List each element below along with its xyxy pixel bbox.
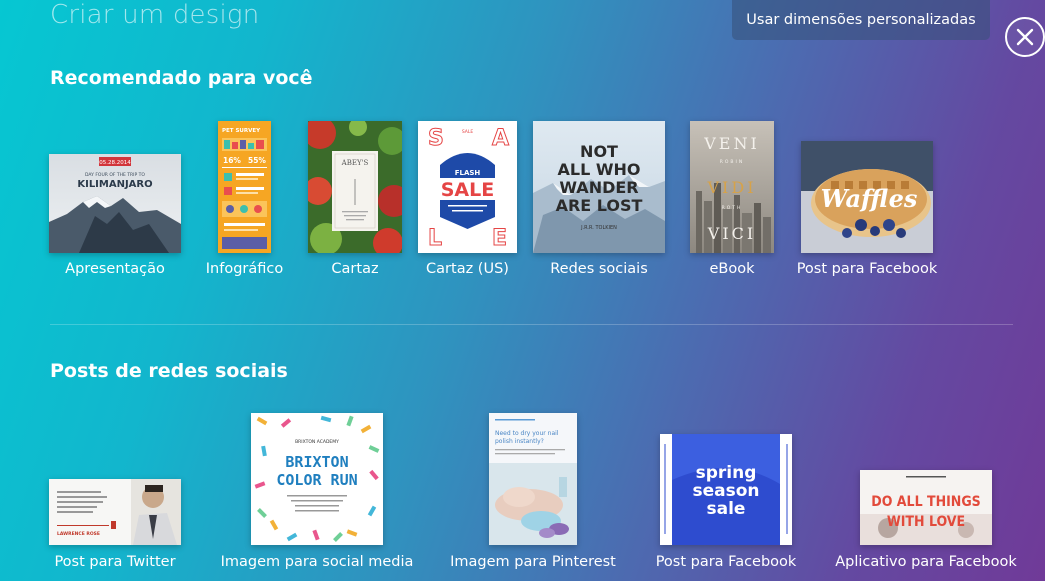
facebook-post-social-thumbnail: spring season sale — [660, 434, 792, 545]
poster-us-small-label: SALE — [462, 129, 474, 135]
social-image-academy: BRIXTON ACADEMY — [295, 439, 339, 445]
social-quote-line2: ALL WHO — [558, 160, 641, 179]
design-item-label: Cartaz (US) — [426, 261, 509, 277]
twitter-post-thumbnail: LAWRENCE ROSE — [49, 479, 181, 545]
close-icon — [1016, 28, 1034, 46]
pinterest-image-thumbnail: Need to dry your nail polish instantly? — [489, 413, 577, 545]
design-item-label: Imagem para social media — [220, 554, 414, 570]
social-quote-line3: WANDER — [559, 178, 638, 197]
pinterest-heading2: polish instantly? — [495, 438, 544, 445]
facebook-app-line2: WITH LOVE — [887, 514, 965, 530]
design-item-label: Post para Twitter — [54, 554, 176, 570]
ebook-author-first: ROBIN — [720, 159, 744, 165]
design-item-label: Aplicativo para Facebook — [835, 554, 1017, 570]
infographic-title: PET SURVEY — [222, 128, 261, 134]
design-item-label: Redes sociais — [550, 261, 648, 277]
custom-dimensions-button[interactable]: Usar dimensões personalizadas — [732, 0, 990, 40]
svg-text:L: L — [428, 226, 442, 251]
design-item-label: Cartaz — [331, 261, 379, 277]
ebook-line3: VICI — [707, 224, 756, 243]
design-item-label: eBook — [709, 261, 755, 277]
presentation-thumbnail: 05.28.2014 DAY FOUR OF THE TRIP TO KILIM… — [49, 154, 181, 253]
close-button[interactable] — [1005, 17, 1045, 57]
social-media-image-thumbnail: BRIXTON ACADEMY BRIXTON COLOR RUN — [251, 413, 383, 545]
presentation-heading: KILIMANJARO — [77, 179, 152, 190]
design-item-label: Apresentação — [65, 261, 165, 277]
social-media-thumbnail: NOT ALL WHO WANDER ARE LOST J.R.R. TOLKI… — [533, 121, 665, 253]
ebook-line2: VIDI — [706, 178, 756, 197]
design-item-label: Post para Facebook — [796, 261, 938, 277]
section-title-recommended: Recomendado para você — [50, 67, 313, 89]
section-title-social: Posts de redes sociais — [50, 360, 288, 382]
twitter-post-name: LAWRENCE ROSE — [57, 531, 100, 537]
design-item-label: Post para Facebook — [655, 554, 797, 570]
poster-us-flash: FLASH — [455, 169, 481, 177]
presentation-subtitle: DAY FOUR OF THE TRIP TO — [85, 172, 145, 178]
section-divider — [50, 324, 1013, 325]
pinterest-heading1: Need to dry your nail — [495, 430, 559, 437]
facebook-social-line1: spring — [696, 463, 757, 483]
social-quote-line1: NOT — [580, 142, 618, 161]
social-image-heading1: BRIXTON — [285, 453, 348, 471]
poster-us-thumbnail: S A L E SALE FLASH SALE — [418, 121, 517, 253]
poster-heading: ABEY'S — [341, 159, 369, 167]
presentation-date: 05.28.2014 — [99, 160, 131, 166]
poster-us-sale: SALE — [441, 179, 494, 201]
ebook-thumbnail: VENI ROBIN VIDI ROTH VICI — [690, 121, 774, 253]
social-quote-author: J.R.R. TOLKIEN — [580, 225, 617, 231]
svg-text:E: E — [492, 226, 507, 251]
svg-text:A: A — [492, 126, 509, 151]
ebook-line1: VENI — [703, 134, 760, 153]
social-image-heading2: COLOR RUN — [276, 471, 357, 489]
facebook-app-thumbnail: DO ALL THINGS WITH LOVE — [860, 470, 992, 545]
page-title: Criar um design — [50, 0, 260, 30]
design-item-label: Infográfico — [205, 261, 284, 277]
facebook-social-line3: sale — [707, 499, 746, 519]
ebook-author-last: ROTH — [722, 205, 743, 211]
poster-thumbnail: ABEY'S — [308, 121, 402, 253]
social-quote-line4: ARE LOST — [556, 196, 643, 215]
infographic-stat-2: 55% — [248, 156, 266, 165]
facebook-post-thumbnail: Waffles — [801, 141, 933, 253]
infographic-thumbnail: PET SURVEY 16% 55% — [218, 121, 271, 253]
infographic-stat-1: 16% — [223, 156, 241, 165]
svg-text:S: S — [428, 126, 444, 151]
facebook-social-line2: season — [692, 481, 759, 501]
design-item-label: Imagem para Pinterest — [450, 554, 616, 570]
facebook-post-script: Waffles — [821, 184, 918, 213]
facebook-app-line1: DO ALL THINGS — [871, 494, 981, 510]
